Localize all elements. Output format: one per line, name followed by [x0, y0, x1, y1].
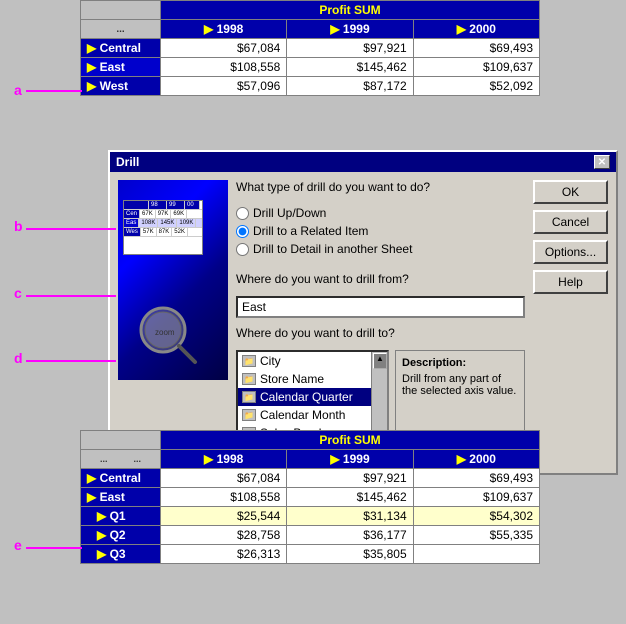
annotation-c-line: [26, 295, 116, 297]
from-label: Where do you want to drill from?: [236, 272, 525, 286]
help-button[interactable]: Help: [533, 270, 608, 294]
description-text: Drill from any part of the selected axis…: [402, 373, 518, 397]
table-row-q2[interactable]: ▶ Q2 $28,758 $36,177 $55,335: [81, 526, 540, 545]
cal-quarter-icon: 📁: [242, 391, 256, 403]
row-label-q2[interactable]: ▶ Q2: [81, 526, 161, 545]
row-label-east[interactable]: ▶ East: [81, 58, 161, 77]
row-label-central-b[interactable]: ▶ Central: [81, 469, 161, 488]
row-label-q1[interactable]: ▶ Q1: [81, 507, 161, 526]
radio-input-up-down[interactable]: [236, 207, 249, 220]
annotation-a-line: [26, 90, 82, 92]
bottom-table: Profit SUM ... ... ▶ 1998 ▶ 1999 ▶ 2000: [80, 430, 540, 564]
dialog-titlebar: Drill ✕: [110, 152, 616, 172]
dialog-main: What type of drill do you want to do? Dr…: [236, 180, 525, 465]
dialog-buttons: OK Cancel Options... Help: [533, 180, 608, 465]
store-icon: 📁: [242, 373, 256, 385]
drill-dialog: Drill ✕ 98 99 00 Cen 67K 97K 69K: [108, 150, 618, 475]
listbox-item-cal-month[interactable]: 📁 Calendar Month: [238, 406, 387, 424]
table-row-east-b[interactable]: ▶ East $108,558 $145,462 $109,637: [81, 488, 540, 507]
row-label-east-b[interactable]: ▶ East: [81, 488, 161, 507]
cancel-button[interactable]: Cancel: [533, 210, 608, 234]
row-label-west[interactable]: ▶ West: [81, 77, 161, 96]
dialog-image: 98 99 00 Cen 67K 97K 69K Eas 108K 145K 1…: [118, 180, 228, 380]
table-row-q1[interactable]: ▶ Q1 $25,544 $31,134 $54,302: [81, 507, 540, 526]
description-title: Description:: [402, 357, 518, 369]
cal-month-icon: 📁: [242, 409, 256, 421]
top-col-1998[interactable]: ▶ 1998: [161, 20, 287, 39]
top-table-header: Profit SUM: [161, 1, 540, 20]
row-label-central[interactable]: ▶ Central: [81, 39, 161, 58]
dialog-question: What type of drill do you want to do?: [236, 180, 525, 194]
radio-input-related[interactable]: [236, 225, 249, 238]
bottom-col-1998[interactable]: ▶ 1998: [161, 450, 287, 469]
top-table: Profit SUM ... ▶ 1998 ▶ 1999 ▶ 2000: [80, 0, 540, 96]
annotation-d-line: [26, 360, 116, 362]
annotation-e-line: [26, 547, 82, 549]
radio-drill-up-down[interactable]: Drill Up/Down: [236, 206, 525, 220]
city-icon: 📁: [242, 355, 256, 367]
table-row-west[interactable]: ▶ West $57,096 $87,172 $52,092: [81, 77, 540, 96]
row-label-q3[interactable]: ▶ Q3: [81, 545, 161, 564]
ok-button[interactable]: OK: [533, 180, 608, 204]
listbox-item-cal-quarter[interactable]: 📁 Calendar Quarter: [238, 388, 387, 406]
annotation-c: c: [14, 285, 22, 301]
bottom-col-1999[interactable]: ▶ 1999: [287, 450, 413, 469]
table-row[interactable]: ▶ Central $67,084 $97,921 $69,493: [81, 39, 540, 58]
from-input[interactable]: [236, 296, 525, 318]
radio-drill-detail[interactable]: Drill to Detail in another Sheet: [236, 242, 525, 256]
bottom-table-header: Profit SUM: [161, 431, 540, 450]
radio-input-detail[interactable]: [236, 243, 249, 256]
table-row-q3[interactable]: ▶ Q3 $26,313 $35,805: [81, 545, 540, 564]
dialog-close-button[interactable]: ✕: [594, 155, 610, 169]
to-label: Where do you want to drill to?: [236, 326, 525, 340]
table-row-east[interactable]: ▶ East $108,558 $145,462 $109,637: [81, 58, 540, 77]
annotation-d: d: [14, 350, 23, 366]
table-row-central[interactable]: ▶ Central $67,084 $97,921 $69,493: [81, 469, 540, 488]
radio-drill-related[interactable]: Drill to a Related Item: [236, 224, 525, 238]
annotation-b: b: [14, 218, 23, 234]
annotation-e: e: [14, 537, 22, 553]
listbox-item-store-name[interactable]: 📁 Store Name: [238, 370, 387, 388]
annotation-b-line: [26, 228, 116, 230]
svg-text:zoom: zoom: [155, 328, 175, 337]
bottom-col-2000[interactable]: ▶ 2000: [413, 450, 539, 469]
annotation-a: a: [14, 82, 22, 98]
dialog-title: Drill: [116, 155, 139, 169]
top-col-1999[interactable]: ▶ 1999: [287, 20, 413, 39]
top-col-2000[interactable]: ▶ 2000: [413, 20, 539, 39]
radio-group-drill-type: Drill Up/Down Drill to a Related Item Dr…: [236, 206, 525, 256]
options-button[interactable]: Options...: [533, 240, 608, 264]
listbox-item-city[interactable]: 📁 City: [238, 352, 387, 370]
